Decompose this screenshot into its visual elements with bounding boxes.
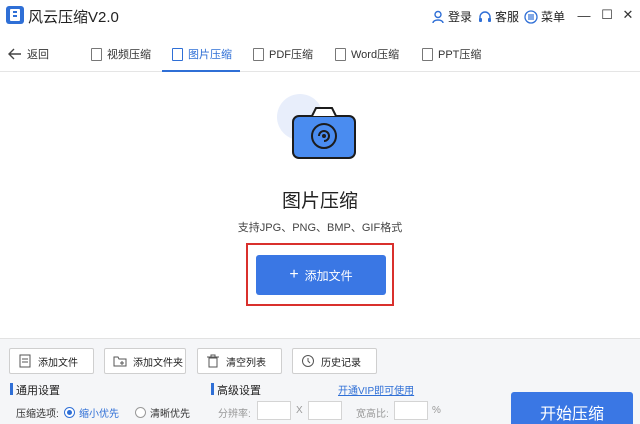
history-button[interactable]: 历史记录: [292, 348, 377, 374]
add-folder-label: 添加文件夹: [133, 357, 183, 369]
compress-option-label: 压缩选项:: [16, 409, 59, 420]
tab-pdf-label: PDF压缩: [269, 49, 313, 61]
back-button[interactable]: 返回: [8, 36, 49, 72]
highlight-box: [246, 243, 394, 306]
app-logo-icon: [6, 6, 24, 24]
tab-pdf[interactable]: PDF压缩: [253, 36, 313, 72]
radio-small-first-label: 缩小优先: [79, 409, 119, 420]
resolution-x-label: X: [296, 405, 303, 416]
minimize-button[interactable]: —: [575, 6, 593, 24]
radio-unchecked-icon: [135, 407, 146, 418]
trash-icon: [207, 354, 219, 368]
nav-bar: 返回 视频压缩 图片压缩 PDF压缩 Word压缩 PPT压缩: [0, 36, 640, 72]
supported-formats-text: 支持JPG、PNG、BMP、GIF格式: [237, 222, 403, 234]
tab-word[interactable]: Word压缩: [335, 36, 399, 72]
aspect-ratio-label: 宽高比:: [356, 409, 389, 420]
tab-ppt[interactable]: PPT压缩: [422, 36, 481, 72]
service-button[interactable]: 客服: [478, 8, 519, 25]
clear-list-button[interactable]: 清空列表: [197, 348, 282, 374]
aspect-ratio-input[interactable]: [394, 401, 428, 420]
user-icon: [432, 10, 444, 23]
tab-image[interactable]: 图片压缩: [172, 36, 232, 72]
active-tab-indicator: [162, 70, 240, 72]
menu-icon: [524, 9, 538, 24]
radio-small-first[interactable]: 缩小优先: [64, 405, 119, 420]
menu-label: 菜单: [541, 10, 566, 24]
camera-icon: [292, 107, 356, 159]
arrow-left-icon: [8, 48, 21, 60]
radio-clear-first-label: 清晰优先: [150, 409, 190, 420]
history-label: 历史记录: [321, 357, 361, 369]
maximize-button[interactable]: ☐: [598, 6, 616, 24]
headset-icon: [479, 10, 491, 22]
add-file-button[interactable]: 添加文件: [9, 348, 94, 374]
tab-video-label: 视频压缩: [107, 49, 151, 61]
vip-link[interactable]: 开通VIP即可使用: [338, 382, 414, 397]
tab-image-label: 图片压缩: [188, 49, 232, 61]
tab-ppt-label: PPT压缩: [438, 49, 482, 61]
resolution-width-input[interactable]: [257, 401, 291, 420]
word-icon: [335, 47, 346, 61]
add-file-label: 添加文件: [38, 357, 78, 369]
start-compress-button[interactable]: 开始压缩: [511, 392, 633, 424]
ppt-icon: [422, 47, 433, 61]
app-title: 风云压缩V2.0: [28, 9, 119, 26]
login-button[interactable]: 登录: [431, 8, 472, 25]
percent-label: %: [432, 405, 441, 416]
image-icon: [172, 47, 183, 61]
file-add-icon: [19, 354, 31, 368]
advanced-settings-title: 高级设置: [211, 382, 261, 398]
close-button[interactable]: ✕: [619, 6, 637, 24]
service-label: 客服: [495, 10, 520, 24]
page-title: 图片压缩: [281, 191, 358, 212]
back-label: 返回: [27, 49, 49, 61]
folder-add-icon: [113, 356, 127, 367]
add-folder-button[interactable]: 添加文件夹: [104, 348, 186, 374]
login-label: 登录: [448, 10, 473, 24]
clear-list-label: 清空列表: [226, 357, 266, 369]
resolution-height-input[interactable]: [308, 401, 342, 420]
radio-checked-icon: [64, 407, 75, 418]
video-icon: [91, 47, 102, 61]
tab-video[interactable]: 视频压缩: [91, 36, 151, 72]
pdf-icon: [253, 47, 264, 61]
clock-icon: [302, 355, 314, 367]
general-settings-title: 通用设置: [10, 382, 60, 398]
title-bar: 风云压缩V2.0 登录 客服 菜单 — ☐ ✕: [0, 0, 640, 32]
resolution-label: 分辨率:: [218, 409, 251, 420]
radio-clear-first[interactable]: 清晰优先: [135, 405, 190, 420]
menu-button[interactable]: 菜单: [524, 8, 565, 25]
tab-word-label: Word压缩: [351, 49, 400, 61]
